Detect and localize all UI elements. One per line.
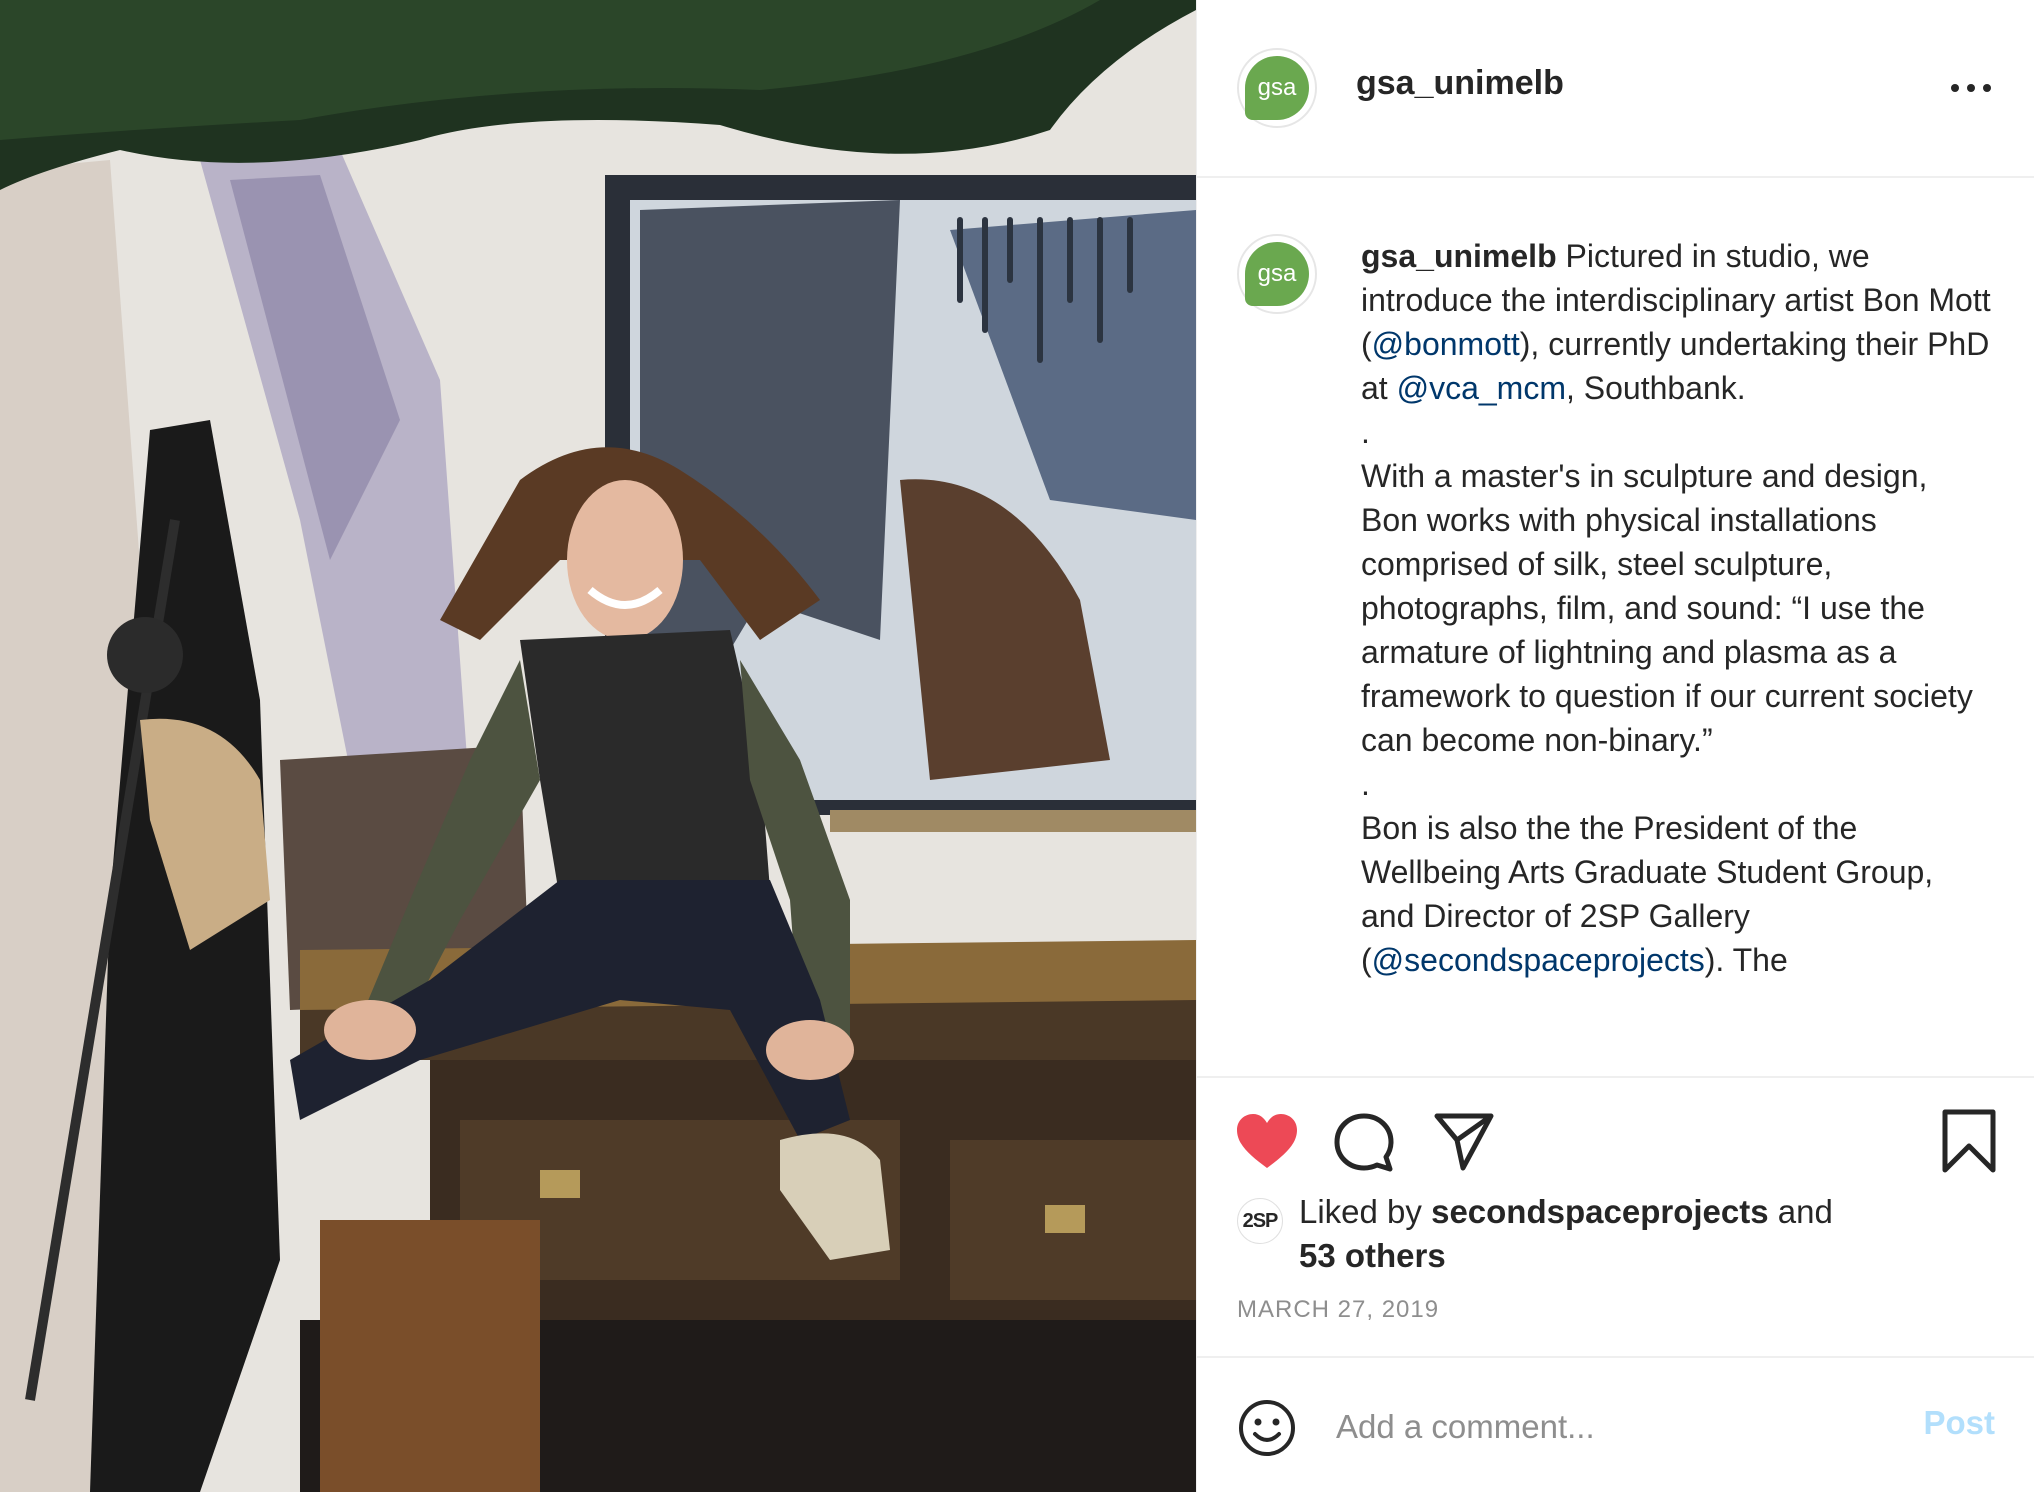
post-header: gsa gsa_unimelb xyxy=(1197,0,2034,178)
heart-filled-icon xyxy=(1237,1114,1297,1168)
post-caption: gsa_unimelb Pictured in studio, we intro… xyxy=(1361,234,1991,982)
comment-button[interactable] xyxy=(1333,1112,1395,1174)
paper-plane-icon xyxy=(1434,1113,1494,1171)
caption-separator: . xyxy=(1361,766,1370,802)
caption-paragraph-1: gsa_unimelb Pictured in studio, we intro… xyxy=(1361,234,1991,410)
post-date[interactable]: MARCH 27, 2019 xyxy=(1237,1296,1439,1324)
add-comment-bar: Post xyxy=(1197,1356,2034,1492)
liker-avatar[interactable]: 2SP xyxy=(1237,1198,1283,1244)
likes-middle: and xyxy=(1768,1193,1833,1230)
studio-portrait-image xyxy=(0,0,1196,1492)
avatar-logo-text: gsa xyxy=(1257,74,1297,101)
bookmark-icon xyxy=(1942,1109,1996,1173)
liker-avatar-text: 2SP xyxy=(1242,1209,1279,1232)
post-actions: 2SP Liked by secondspaceprojects and 53 … xyxy=(1197,1076,2034,1356)
post-comment-button[interactable]: Post xyxy=(1923,1404,1995,1442)
mention-link-bonmott[interactable]: @bonmott xyxy=(1372,326,1520,362)
share-button[interactable] xyxy=(1433,1112,1495,1172)
caption-text: , Southbank. xyxy=(1565,370,1746,406)
likes-text: Liked by secondspaceprojects and 53 othe… xyxy=(1299,1190,1939,1278)
more-dots-icon xyxy=(1951,84,1959,92)
instagram-post: gsa gsa_unimelb gsa gsa_unimelb Pictured… xyxy=(0,0,2034,1492)
caption-scroll-area[interactable]: gsa gsa_unimelb Pictured in studio, we i… xyxy=(1197,178,2034,1076)
gsa-logo-icon: gsa xyxy=(1245,242,1309,306)
caption-paragraph-2: With a master's in sculpture and design,… xyxy=(1361,458,1973,758)
smiley-icon xyxy=(1239,1400,1295,1456)
caption-separator: . xyxy=(1361,414,1370,450)
more-dots-icon xyxy=(1967,84,1975,92)
more-dots-icon xyxy=(1983,84,1991,92)
comment-icon xyxy=(1334,1113,1394,1172)
comment-input[interactable] xyxy=(1334,1398,1878,1456)
liker-username[interactable]: secondspaceprojects xyxy=(1431,1193,1768,1230)
mention-link-secondspaceprojects[interactable]: @secondspaceprojects xyxy=(1372,942,1705,978)
save-button[interactable] xyxy=(1941,1108,1997,1174)
likes-others-count[interactable]: 53 others xyxy=(1299,1237,1446,1274)
more-options-button[interactable] xyxy=(1947,68,1995,108)
caption-text: ). The xyxy=(1704,942,1788,978)
mention-link-vca-mcm[interactable]: @vca_mcm xyxy=(1397,370,1566,406)
caption-username[interactable]: gsa_unimelb xyxy=(1361,238,1557,274)
author-avatar[interactable]: gsa xyxy=(1237,48,1317,128)
avatar-logo-text: gsa xyxy=(1257,260,1297,287)
caption-author-avatar[interactable]: gsa xyxy=(1237,234,1317,314)
post-details-panel: gsa gsa_unimelb gsa gsa_unimelb Pictured… xyxy=(1196,0,2034,1492)
author-username[interactable]: gsa_unimelb xyxy=(1356,64,1564,103)
emoji-button[interactable] xyxy=(1237,1398,1297,1458)
like-button[interactable] xyxy=(1235,1112,1299,1172)
caption-paragraph-3: Bon is also the the President of the Wel… xyxy=(1361,806,1991,982)
likes-prefix: Liked by xyxy=(1299,1193,1432,1230)
post-photo[interactable] xyxy=(0,0,1196,1492)
gsa-logo-icon: gsa xyxy=(1245,56,1309,120)
